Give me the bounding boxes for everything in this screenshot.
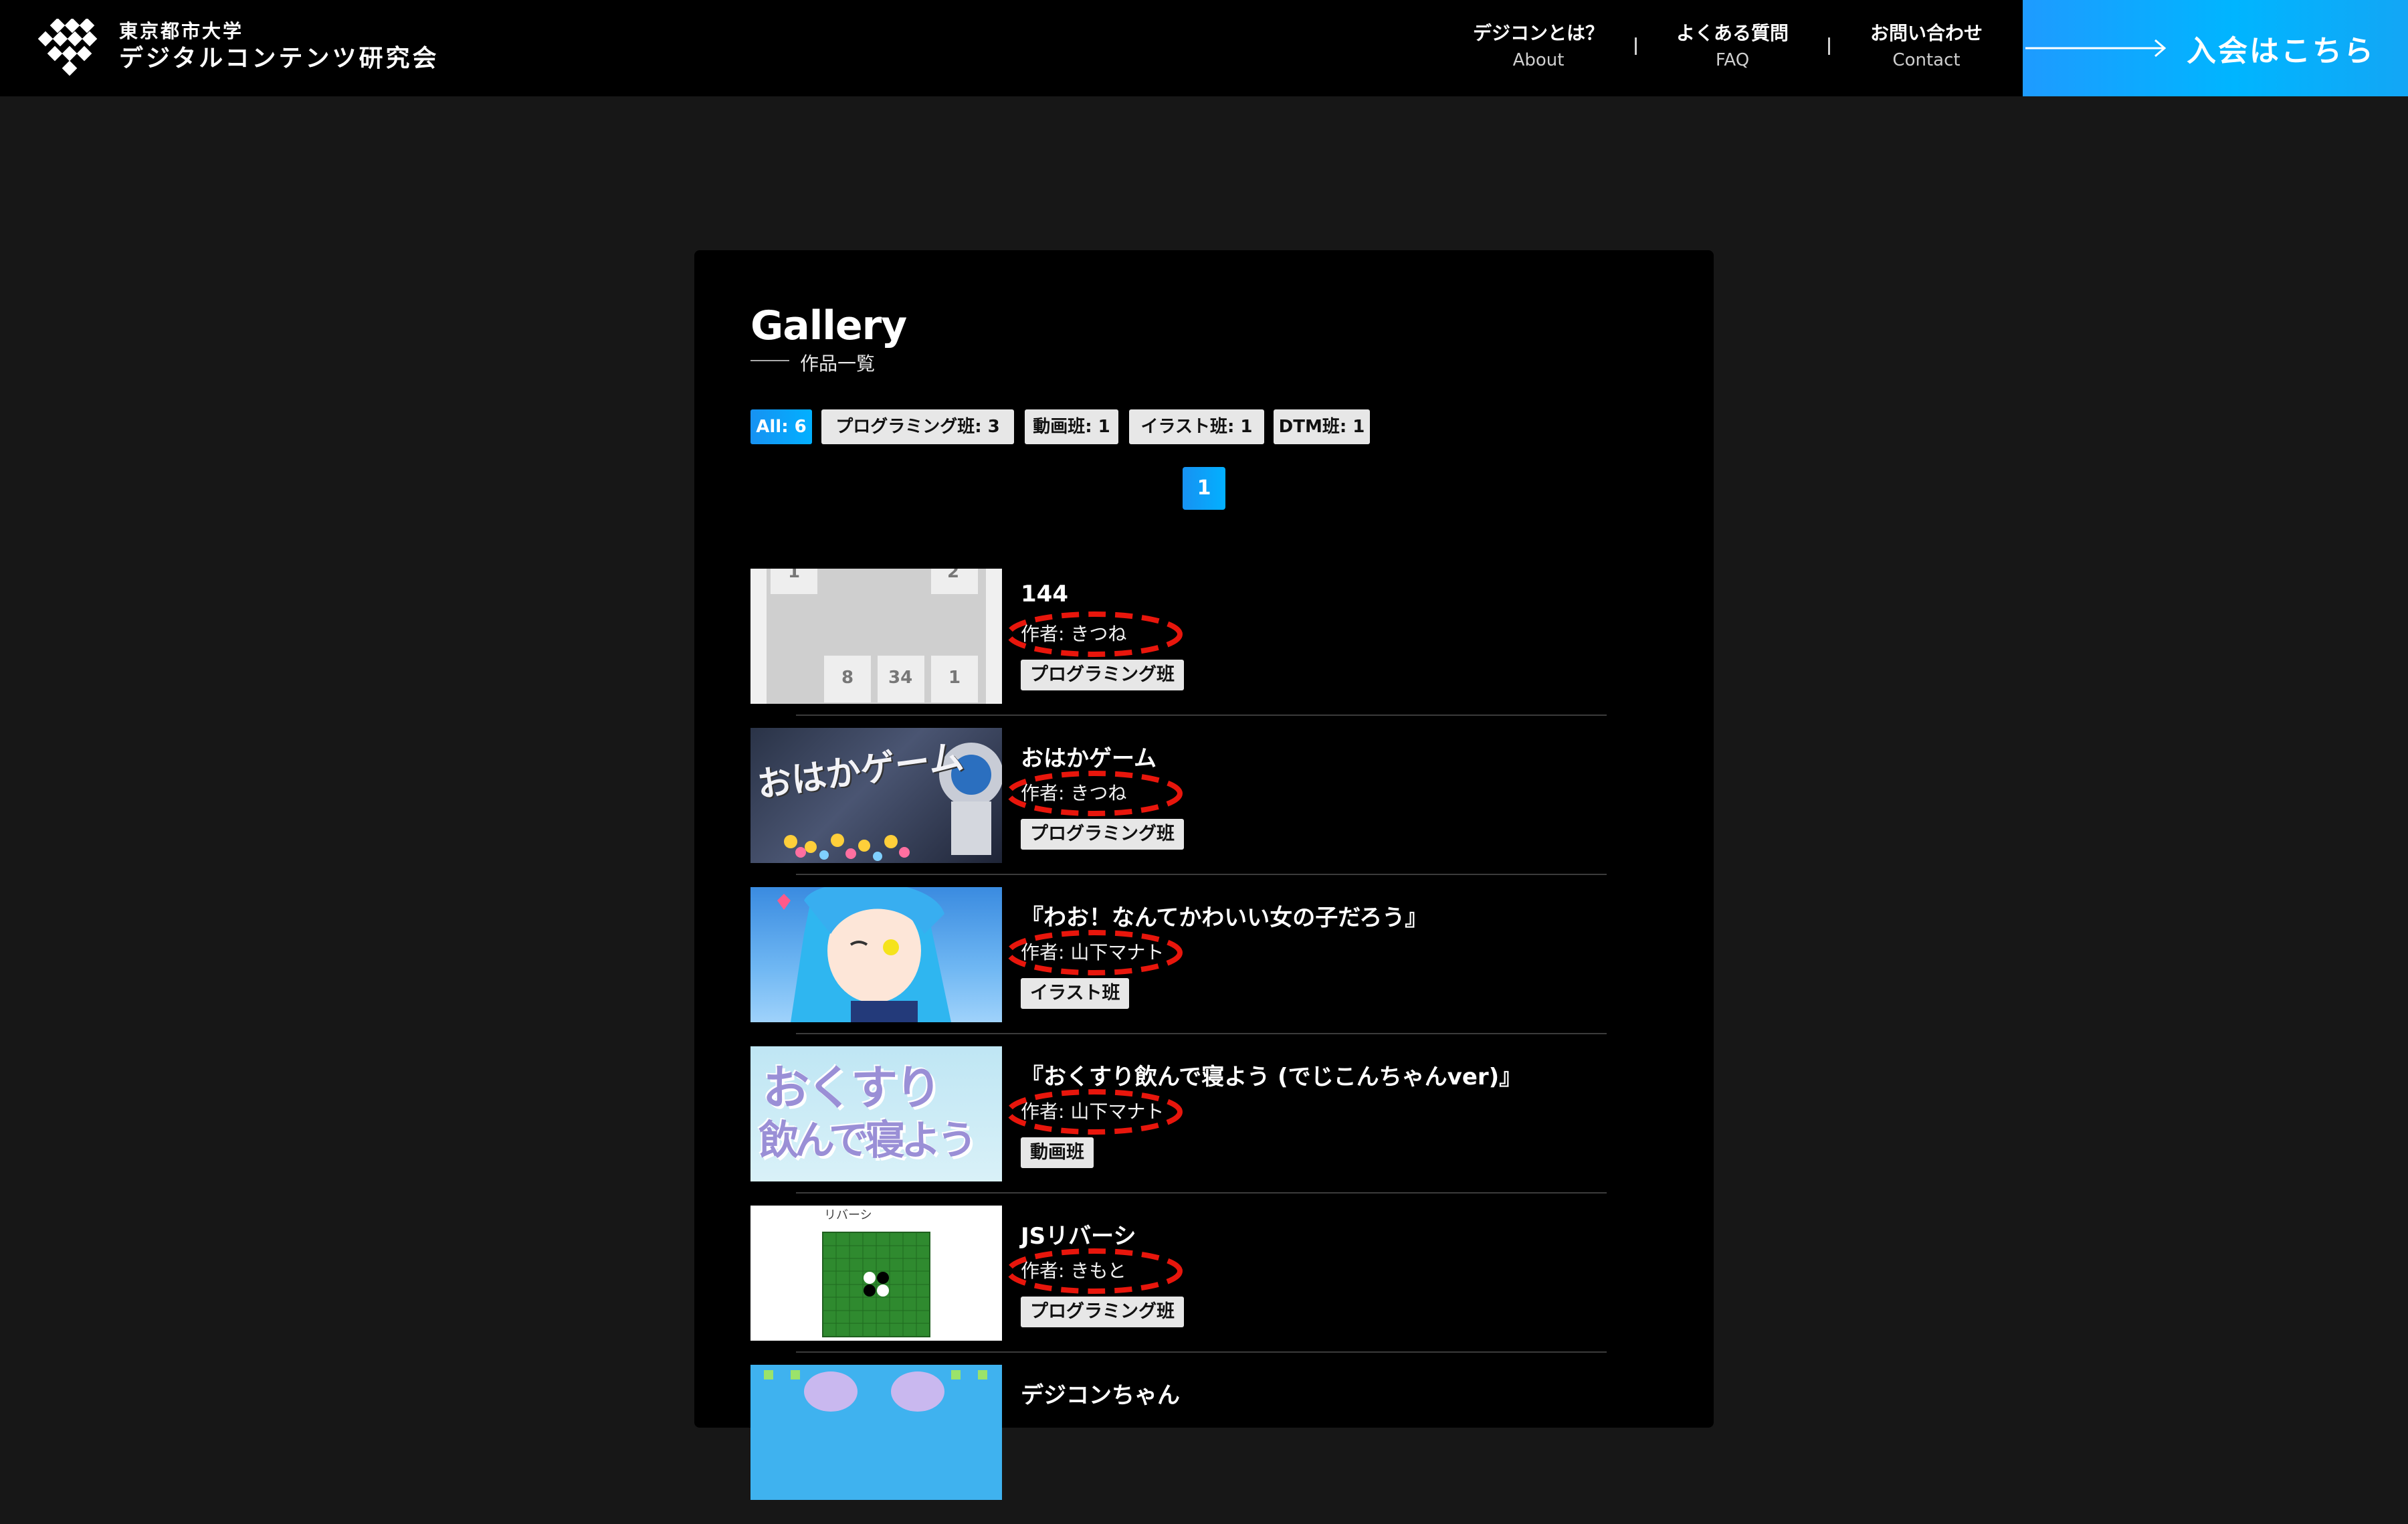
pagination-page-1[interactable]: 1	[1183, 467, 1225, 510]
tile-number: 1	[788, 569, 801, 582]
item-divider	[796, 1192, 1607, 1194]
item-tag[interactable]: 動画班	[1021, 1137, 1094, 1168]
join-button[interactable]: 入会はこちら	[2023, 0, 2408, 96]
item-author: 作者: きもと	[1021, 1260, 1126, 1282]
subtitle-line	[750, 360, 789, 361]
nav-about[interactable]: デジコンとは？ About	[1472, 20, 1605, 74]
nav-contact-jp: お問い合わせ	[1870, 22, 1983, 44]
thumbnail-okusuri[interactable]: おくすり 飲んで寝よう	[750, 1046, 1002, 1181]
item-title[interactable]: デジコンちゃん	[1021, 1377, 1180, 1410]
nav-about-en: About	[1512, 50, 1565, 70]
item-tag[interactable]: プログラミング班	[1021, 1297, 1184, 1327]
filter-illustration[interactable]: イラスト班: 1	[1129, 409, 1264, 444]
item-author: 作者: きつね	[1021, 782, 1127, 804]
nav-faq-jp: よくある質問	[1676, 22, 1789, 44]
item-author: 作者: きつね	[1021, 623, 1127, 645]
join-label: 入会はこちら	[2187, 34, 2375, 68]
nav-separator	[1635, 37, 1637, 55]
thumbnail-image	[750, 1365, 1002, 1500]
item-divider	[796, 1351, 1607, 1353]
item-divider	[796, 715, 1607, 716]
item-tag[interactable]: プログラミング班	[1021, 660, 1184, 690]
gallery-item[interactable]: リバーシ JSリバーシ 作者: きもと プログラミング班	[750, 1206, 1607, 1365]
thumbnail-image	[750, 569, 1002, 704]
nav-contact[interactable]: お問い合わせ Contact	[1860, 20, 1993, 74]
gallery-item[interactable]: 『わお！なんてかわいい女の子だろう』 作者: 山下マナト イラスト班	[750, 887, 1607, 1046]
site-header: 東京都市大学 デジタルコンテンツ研究会 デジコンとは？ About よくある質問…	[0, 0, 2408, 96]
filter-all[interactable]: All: 6	[750, 409, 812, 444]
arrow-right-icon	[2025, 39, 2167, 58]
item-author: 作者: 山下マナト	[1021, 1101, 1165, 1123]
gallery-title: Gallery	[750, 302, 907, 349]
gallery-subtitle: 作品一覧	[800, 353, 876, 375]
item-divider	[796, 1033, 1607, 1034]
nav-faq-en: FAQ	[1715, 50, 1750, 70]
tile-number: 8	[841, 668, 854, 688]
nav-about-jp: デジコンとは？	[1472, 22, 1604, 44]
gallery-item[interactable]: おはかゲーム おはかゲーム 作者: きつね プログラミング班	[750, 728, 1607, 887]
filter-programming[interactable]: プログラミング班: 3	[821, 409, 1014, 444]
thumbnail-ohaka-game[interactable]: おはかゲーム	[750, 728, 1002, 863]
logo-club-name: デジタルコンテンツ研究会	[119, 45, 439, 72]
gallery-item[interactable]: 1 2 8 34 1 144 作者: きつね プログラミング班	[750, 569, 1607, 728]
tile-number: 34	[888, 668, 913, 688]
item-divider	[796, 874, 1607, 875]
nav-faq[interactable]: よくある質問 FAQ	[1666, 20, 1799, 74]
gallery-panel: Gallery 作品一覧 All: 6 プログラミング班: 3 動画班: 1 イ…	[694, 250, 1714, 1500]
tile-number: 2	[947, 569, 960, 582]
thumbnail-illustration[interactable]	[750, 887, 1002, 1022]
item-author: 作者: 山下マナト	[1021, 941, 1165, 963]
filter-video[interactable]: 動画班: 1	[1025, 409, 1118, 444]
nav-contact-en: Contact	[1892, 50, 1961, 70]
filter-dtm[interactable]: DTM班: 1	[1274, 409, 1370, 444]
gallery-item[interactable]: おくすり 飲んで寝よう 『おくすり飲んで寝よう (でじこんちゃんver)』 作者…	[750, 1046, 1607, 1206]
item-tag[interactable]: プログラミング班	[1021, 819, 1184, 850]
logo-mark-icon	[37, 19, 98, 76]
thumbnail-text: 飲んで寝よう	[759, 1117, 977, 1164]
thumbnail-image	[777, 887, 951, 1022]
thumbnail-digicon-chan[interactable]	[750, 1365, 1002, 1500]
thumbnail-reversi[interactable]: リバーシ	[750, 1206, 1002, 1341]
item-tag[interactable]: イラスト班	[1021, 978, 1130, 1009]
nav-separator	[1828, 37, 1830, 55]
item-title[interactable]: 144	[1021, 581, 1068, 607]
thumbnail-2048[interactable]: 1 2 8 34 1	[750, 569, 1002, 704]
thumbnail-image	[822, 1232, 930, 1337]
tile-number: 1	[948, 668, 961, 688]
logo-university: 東京都市大学	[119, 20, 244, 42]
